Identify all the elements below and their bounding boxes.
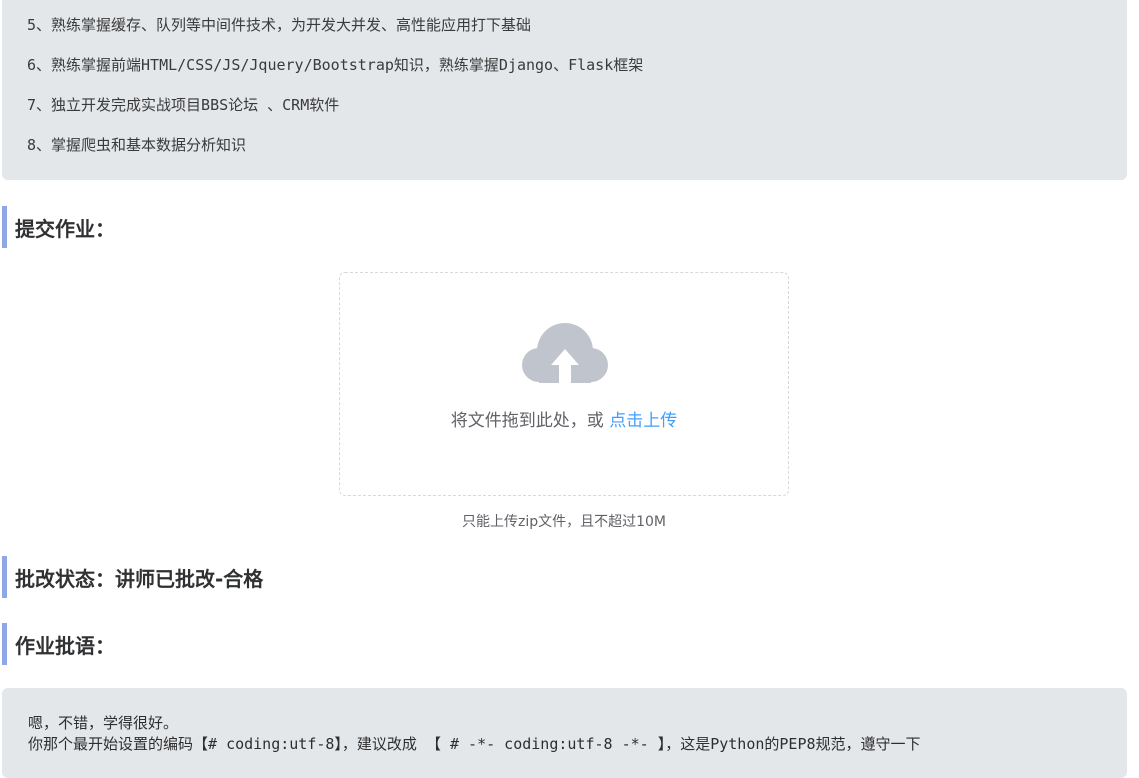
comment-box: 嗯，不错，学得很好。 你那个最开始设置的编码【# coding:utf-8】，建… (2, 688, 1127, 778)
comment-line: 你那个最开始设置的编码【# coding:utf-8】，建议改成 【 # -*-… (28, 735, 921, 753)
upload-cloud-icon (522, 323, 608, 387)
comment-heading: 作业批语： (2, 623, 115, 665)
review-status-heading: 批改状态：讲师已批改-合格 (2, 556, 263, 598)
requirement-item: 8、掌握爬虫和基本数据分析知识 (27, 136, 247, 154)
requirements-box: 5、熟练掌握缓存、队列等中间件技术，为开发大并发、高性能应用打下基础 6、熟练掌… (2, 0, 1127, 180)
upload-dropzone[interactable]: 将文件拖到此处，或 点击上传 (339, 272, 789, 496)
upload-instructions: 将文件拖到此处，或 点击上传 (340, 406, 788, 431)
upload-prompt: 将文件拖到此处，或 (450, 411, 610, 431)
upload-tip: 只能上传zip文件，且不超过10M (461, 514, 667, 530)
comment-line: 嗯，不错，学得很好。 (28, 714, 179, 732)
submit-heading: 提交作业： (2, 206, 115, 248)
requirement-item: 5、熟练掌握缓存、队列等中间件技术，为开发大并发、高性能应用打下基础 (27, 16, 532, 34)
requirement-item: 7、独立开发完成实战项目BBS论坛 、CRM软件 (27, 96, 340, 114)
upload-link[interactable]: 点击上传 (609, 411, 677, 431)
requirement-item: 6、熟练掌握前端HTML/CSS/JS/Jquery/Bootstrap知识，熟… (27, 56, 644, 74)
